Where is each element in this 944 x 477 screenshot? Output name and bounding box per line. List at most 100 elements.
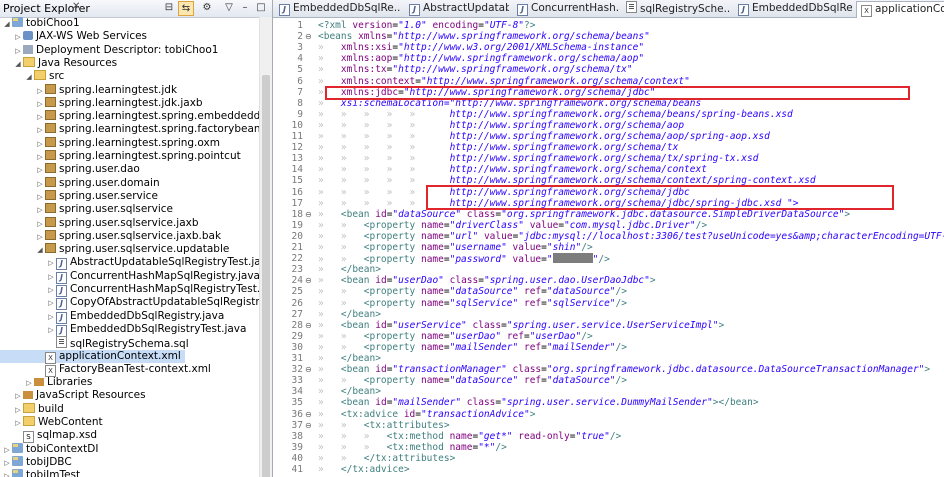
expand-toggle-icon[interactable]: ▷ <box>13 417 23 430</box>
code-line[interactable]: » xmlns:xsi="http://www.w3.org/2001/XMLS… <box>318 42 644 53</box>
tree-item[interactable]: ▷ JAX-WS Web Services <box>0 30 147 43</box>
expand-toggle-icon[interactable]: ▷ <box>35 98 45 111</box>
expand-toggle-icon[interactable]: ▷ <box>13 390 23 403</box>
expand-toggle-icon[interactable]: ▷ <box>46 297 56 310</box>
code-line[interactable]: » » </tx:attributes> <box>318 453 455 464</box>
code-line[interactable]: » <bean id="dataSource" class="org.sprin… <box>318 209 850 220</box>
expand-toggle-icon[interactable]: ◢ <box>13 58 23 71</box>
editor-tab[interactable]: sqlRegistrySche... <box>622 1 730 16</box>
fold-toggle-icon[interactable]: ⊖ <box>305 420 313 431</box>
code-line[interactable]: » » <property name="url" value="jdbc:mys… <box>318 231 944 242</box>
expand-toggle-icon[interactable]: ▷ <box>35 191 45 204</box>
code-line[interactable]: <beans xmlns="http://www.springframework… <box>318 31 650 42</box>
tree-item[interactable]: X FactoryBeanTest-context.xml <box>0 363 211 377</box>
expand-toggle-icon[interactable]: ▷ <box>35 111 45 124</box>
code-line[interactable]: » </tx:advice> <box>318 464 410 475</box>
code-line[interactable]: » » » » » http://www.springframework.org… <box>318 153 758 164</box>
code-line[interactable]: » » » » » http://www.springframework.org… <box>318 164 707 175</box>
minimize-icon[interactable]: – <box>238 1 252 14</box>
expand-toggle-icon[interactable]: ▷ <box>35 204 45 217</box>
link-with-editor-icon[interactable]: ⇆ <box>178 1 194 16</box>
maximize-icon[interactable]: □ <box>254 1 268 14</box>
xml-editor[interactable]: 1 <?xml version="1.0" encoding="UTF-8"?> 2… <box>273 18 944 477</box>
tree-item[interactable]: ▷ spring.user.sqlservice.jaxb.bak <box>0 229 221 244</box>
expand-toggle-icon[interactable]: ▷ <box>35 164 45 177</box>
fold-toggle-icon[interactable]: ⊖ <box>305 209 313 220</box>
code-line[interactable]: » <bean id="mailSender" class="spring.us… <box>318 397 759 408</box>
expand-toggle-icon[interactable]: ▷ <box>35 151 45 164</box>
tree-item[interactable]: ▷ Deployment Descriptor: tobiChoo1 <box>0 44 218 57</box>
code-line[interactable]: » » <property name="username" value="shi… <box>318 242 593 253</box>
tree-item[interactable]: ▷JCopyOfAbstractUpdatableSqlRegistryTest… <box>0 296 272 311</box>
code-line[interactable]: » » <property name="dataSource" ref="dat… <box>318 286 627 297</box>
expand-toggle-icon[interactable]: ▷ <box>35 124 45 137</box>
code-line[interactable]: » » » » » http://www.springframework.org… <box>318 131 770 142</box>
tree-item[interactable]: ▷ WebContent <box>0 416 103 429</box>
tree-item[interactable]: ▷ spring.user.domain <box>0 176 160 191</box>
code-line[interactable]: » </bean> <box>318 353 381 364</box>
code-line[interactable]: » » » <tx:method name="*"/> <box>318 442 507 453</box>
filter-icon[interactable]: ⚙ <box>200 1 214 14</box>
editor-tab[interactable]: J ConcurrentHash... <box>513 1 618 16</box>
tree-item[interactable]: ▷ JavaScript Resources <box>0 389 145 403</box>
code-line[interactable]: » <bean id="transactionManager" class="o… <box>318 364 930 375</box>
tree-item[interactable]: ▷ Libraries <box>0 376 92 389</box>
code-line[interactable]: » » <property name="driverClass" value="… <box>318 220 707 231</box>
code-line[interactable]: » » <property name="password" value=" "/> <box>318 253 610 265</box>
tree-item[interactable]: ▷ spring.user.service <box>0 189 158 204</box>
tree-item[interactable]: ▷ J EmbeddedDbSqlRegistry.java <box>0 310 224 324</box>
expand-toggle-icon[interactable]: ▷ <box>35 178 45 191</box>
code-line[interactable]: » <tx:advice id="transactionAdvice"> <box>318 409 535 420</box>
tree-item[interactable]: XapplicationContext.xml <box>0 349 185 364</box>
tree-item[interactable]: ▷ build <box>0 402 64 417</box>
tree-item[interactable]: ◢ tobiChoo1 <box>0 17 80 30</box>
fold-toggle-icon[interactable]: ⊖ <box>305 364 313 375</box>
expand-toggle-icon[interactable]: ▷ <box>35 85 45 98</box>
code-line[interactable]: » » » » » http://www.springframework.org… <box>318 120 684 131</box>
editor-tab[interactable]: XapplicationCont... <box>856 1 944 18</box>
tree-item[interactable]: ▷ tobiJmTest <box>0 469 80 477</box>
expand-toggle-icon[interactable]: ◢ <box>2 18 12 31</box>
tree-item[interactable]: sqlRegistrySchema.sql <box>0 336 189 350</box>
expand-toggle-icon[interactable]: ▷ <box>46 284 56 297</box>
code-line[interactable]: » xmlns:aop="http://www.springframework.… <box>318 53 644 64</box>
code-line[interactable]: <?xml version="1.0" encoding="UTF-8"?> <box>318 20 535 31</box>
code-line[interactable]: » </bean> <box>318 264 381 275</box>
editor-tab[interactable]: J EmbeddedDbSqlRe... <box>734 1 852 16</box>
code-line[interactable]: » </bean> <box>318 386 381 397</box>
tree-item[interactable]: ▷ spring.learningtest.spring.pointcut <box>0 150 241 163</box>
code-line[interactable]: » » » » » http://www.springframework.org… <box>318 142 678 153</box>
close-icon[interactable]: ✕ <box>72 1 80 12</box>
explorer-scrollbar[interactable] <box>259 17 272 477</box>
tree-item[interactable]: ▷ spring.learningtest.spring.embeddeddb <box>0 110 267 123</box>
code-line[interactable]: » » <tx:attributes> <box>318 420 450 431</box>
fold-toggle-icon[interactable]: ⊖ <box>305 275 313 286</box>
editor-tab[interactable]: J EmbeddedDbSqlRe... <box>275 1 401 16</box>
expand-toggle-icon[interactable]: ▷ <box>35 138 45 151</box>
code-line[interactable]: » <bean id="userService" class="spring.u… <box>318 320 724 331</box>
collapse-all-icon[interactable]: ⊟ <box>162 1 176 14</box>
tree-item[interactable]: ▷ spring.user.sqlservice.jaxb <box>0 216 199 231</box>
tree-item[interactable]: ▷ J ConcurrentHashMapSqlRegistry.java <box>0 270 260 284</box>
expand-toggle-icon[interactable]: ◢ <box>35 244 45 257</box>
code-line[interactable]: » </bean> <box>318 309 381 320</box>
code-line[interactable]: » » » <tx:method name="get*" read-only="… <box>318 431 621 442</box>
fold-toggle-icon[interactable]: ⊖ <box>305 320 313 331</box>
view-menu-icon[interactable]: ▽ <box>222 1 236 14</box>
expand-toggle-icon[interactable]: ▷ <box>35 218 45 231</box>
expand-toggle-icon[interactable]: ▷ <box>13 31 23 44</box>
tree-item[interactable]: ▷ J AbstractUpdatableSqlRegistryTest.java <box>0 256 272 271</box>
expand-toggle-icon[interactable]: ▷ <box>13 404 23 417</box>
expand-toggle-icon[interactable]: ◢ <box>24 71 34 84</box>
tree-item[interactable]: ▷ spring.learningtest.spring.factorybean <box>0 123 261 136</box>
code-line[interactable]: » » <property name="userDao" ref="userDa… <box>318 331 593 342</box>
expand-toggle-icon[interactable]: ▷ <box>35 231 45 244</box>
tree-item[interactable]: ▷ tobiContextDI <box>0 442 98 457</box>
tree-item[interactable]: ▷ J ConcurrentHashMapSqlRegistryTest.java <box>0 283 272 297</box>
editor-tab[interactable]: JAbstractUpdatabl... <box>405 1 509 16</box>
expand-toggle-icon[interactable]: ▷ <box>2 470 12 477</box>
code-line[interactable]: » xmlns:context="http://www.springframew… <box>318 76 690 87</box>
expand-toggle-icon[interactable]: ▷ <box>2 444 12 457</box>
tree-item[interactable]: ◢ src <box>0 70 64 83</box>
tree-item[interactable]: ▷ spring.learningtest.spring.oxm <box>0 136 220 151</box>
